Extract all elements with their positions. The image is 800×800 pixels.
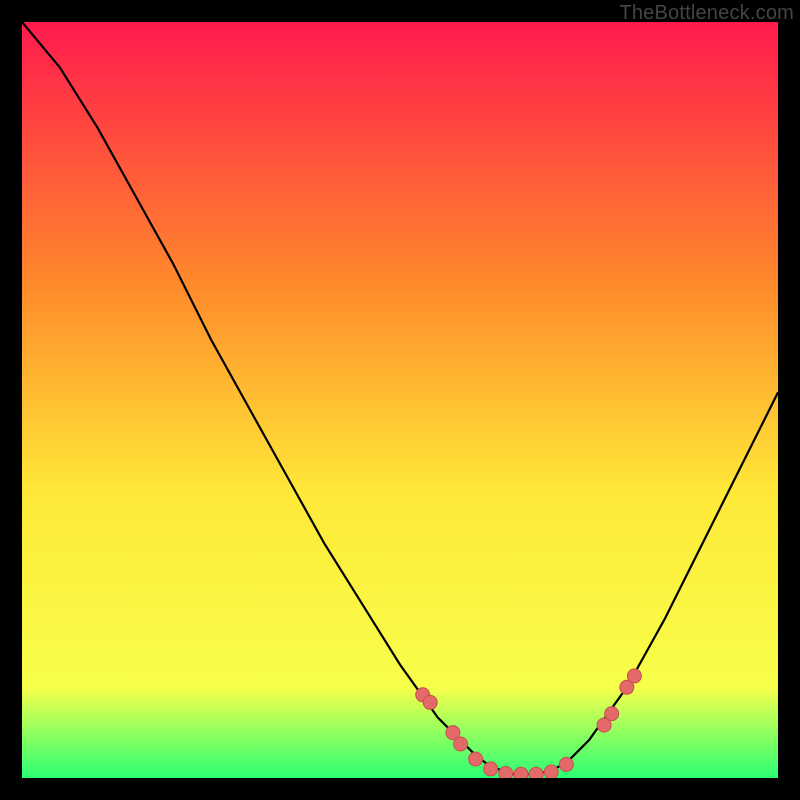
chart-frame	[22, 22, 778, 778]
data-marker	[454, 737, 468, 751]
data-marker	[559, 757, 573, 771]
data-marker	[627, 669, 641, 683]
data-marker	[544, 765, 558, 778]
data-marker	[484, 762, 498, 776]
data-marker	[514, 767, 528, 778]
data-marker	[469, 752, 483, 766]
data-marker	[529, 767, 543, 778]
data-marker	[605, 707, 619, 721]
data-marker	[423, 695, 437, 709]
watermark-text: TheBottleneck.com	[619, 2, 794, 25]
data-marker	[499, 767, 513, 779]
bottleneck-chart	[22, 22, 778, 778]
